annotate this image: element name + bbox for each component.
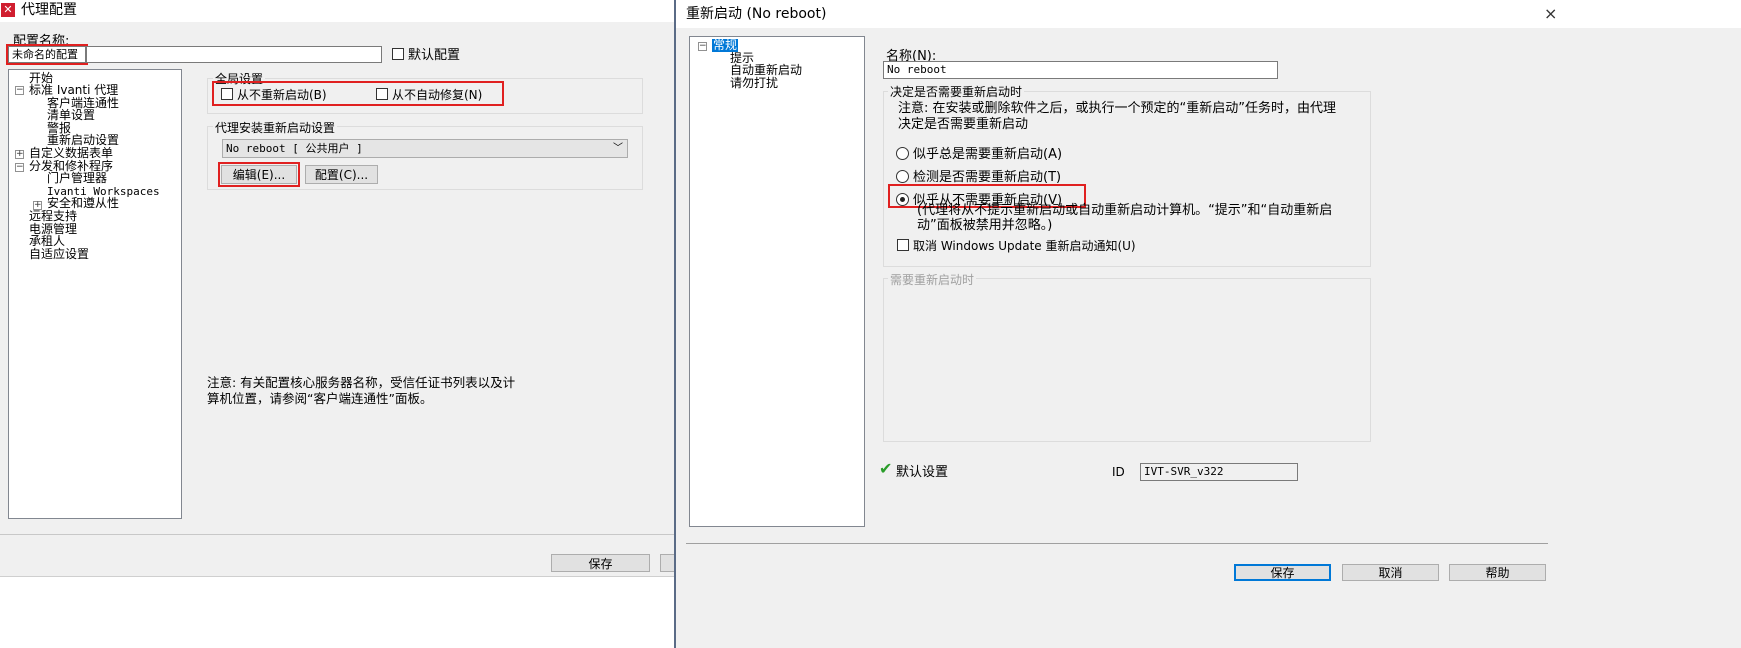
agent-install-reboot-label: 代理安装重新启动设置 bbox=[213, 119, 338, 136]
radio-always[interactable]: 似乎总是需要重新启动(A) bbox=[896, 143, 1062, 162]
reboot-dialog: 重新启动 (No reboot) × − 常规 提示 自动重新启动 请勿打扰 名… bbox=[674, 0, 1741, 648]
never-reboot-label: 从不重新启动(B) bbox=[237, 88, 327, 102]
chevron-down-icon[interactable]: ﹀ bbox=[613, 141, 623, 156]
check-icon: ✔ bbox=[879, 459, 893, 478]
default-config-checkbox[interactable]: 默认配置 bbox=[392, 44, 460, 63]
save-button[interactable]: 保存 bbox=[551, 554, 650, 572]
never-repair-label: 从不自动修复(N) bbox=[392, 88, 483, 102]
collapse-icon[interactable]: − bbox=[15, 86, 24, 95]
dialog-save-button[interactable]: 保存 bbox=[1234, 564, 1331, 581]
checkbox-box[interactable] bbox=[376, 88, 388, 100]
decide-note: 注意: 在安装或删除软件之后，或执行一个预定的“重新启动”任务时，由代理决定是否… bbox=[898, 101, 1336, 132]
config-name-value: 未命名的配置 bbox=[12, 48, 78, 61]
dialog-title: 重新启动 (No reboot) bbox=[686, 6, 827, 22]
never-reboot-checkbox[interactable]: 从不重新启动(B) bbox=[221, 86, 327, 103]
never-repair-checkbox[interactable]: 从不自动修复(N) bbox=[376, 86, 482, 103]
config-name-input[interactable]: 未命名的配置 bbox=[6, 44, 88, 65]
taskbar-strip bbox=[0, 576, 674, 648]
collapse-icon[interactable]: − bbox=[15, 163, 24, 172]
expand-icon[interactable]: + bbox=[15, 150, 24, 159]
radio-always-label: 似乎总是需要重新启动(A) bbox=[913, 147, 1063, 162]
id-label: ID bbox=[1112, 465, 1125, 479]
default-setting-label: 默认设置 bbox=[896, 465, 949, 480]
dialog-tree[interactable]: − 常规 提示 自动重新启动 请勿打扰 bbox=[689, 36, 865, 527]
dialog-help-button[interactable]: 帮助 bbox=[1449, 564, 1546, 581]
cancel-wu-checkbox[interactable]: 取消 Windows Update 重新启动通知(U) bbox=[897, 237, 1136, 254]
cancel-wu-label: 取消 Windows Update 重新启动通知(U) bbox=[913, 239, 1136, 253]
needs-reboot-group bbox=[883, 278, 1371, 442]
decide-reboot-label: 决定是否需要重新启动时 bbox=[888, 83, 1025, 100]
needs-reboot-label: 需要重新启动时 bbox=[888, 271, 977, 288]
default-config-label: 默认配置 bbox=[408, 48, 461, 63]
dialog-title-bar: 重新启动 (No reboot) × bbox=[676, 0, 1741, 28]
title-bar: ✕ 代理配置 bbox=[0, 0, 674, 22]
checkbox-box[interactable] bbox=[221, 88, 233, 100]
radio-never-description: (代理将从不提示重新启动或自动重新启动计算机。“提示”和“自动重新启动”面板被禁… bbox=[917, 203, 1333, 233]
tree-item-do-not-disturb[interactable]: 请勿打扰 bbox=[730, 77, 778, 90]
radio-detect-label: 检测是否需要重新启动(T) bbox=[913, 170, 1062, 185]
window-title: 代理配置 bbox=[21, 2, 77, 18]
agent-config-window: ✕ 代理配置 配置名称: 未命名的配置 默认配置 开始 − 标准 Ivanti … bbox=[0, 0, 674, 648]
tree-item-portal-manager[interactable]: 门户管理器 bbox=[47, 172, 107, 185]
collapse-icon[interactable]: − bbox=[698, 42, 707, 51]
checkbox-box[interactable] bbox=[392, 48, 404, 60]
app-logo-icon: ✕ bbox=[1, 3, 15, 17]
config-name-input-extension[interactable] bbox=[86, 46, 382, 63]
tree-item-adaptive[interactable]: 自适应设置 bbox=[29, 248, 89, 261]
radio-detect[interactable]: 检测是否需要重新启动(T) bbox=[896, 166, 1061, 185]
reboot-setting-select[interactable]: No reboot [ 公共用户 ] ﹀ bbox=[222, 139, 628, 158]
close-icon[interactable]: × bbox=[1544, 0, 1557, 28]
id-value: IVT-SVR_v322 bbox=[1144, 465, 1224, 478]
edit-button[interactable]: 编辑(E)... bbox=[218, 162, 300, 187]
divider bbox=[0, 534, 674, 535]
config-button[interactable]: 配置(C)... bbox=[305, 165, 378, 184]
radio-button[interactable] bbox=[896, 147, 909, 160]
id-field: IVT-SVR_v322 bbox=[1140, 463, 1298, 481]
cancel-button-partial[interactable] bbox=[660, 554, 674, 572]
dialog-bottom-strip bbox=[676, 584, 1741, 648]
radio-button[interactable] bbox=[896, 193, 909, 206]
config-tree[interactable]: 开始 − 标准 Ivanti 代理 客户端连通性 清单设置 警报 重新启动设置 … bbox=[8, 69, 182, 519]
reboot-setting-value: No reboot [ 公共用户 ] bbox=[226, 142, 363, 155]
radio-button[interactable] bbox=[896, 170, 909, 183]
name-input[interactable]: No reboot bbox=[883, 61, 1278, 79]
dialog-cancel-button[interactable]: 取消 bbox=[1342, 564, 1439, 581]
name-value: No reboot bbox=[887, 63, 947, 76]
checkbox-box[interactable] bbox=[897, 239, 909, 251]
divider bbox=[686, 543, 1548, 544]
connectivity-note: 注意: 有关配置核心服务器名称，受信任证书列表以及计算机位置，请参阅“客户端连通… bbox=[207, 375, 516, 406]
